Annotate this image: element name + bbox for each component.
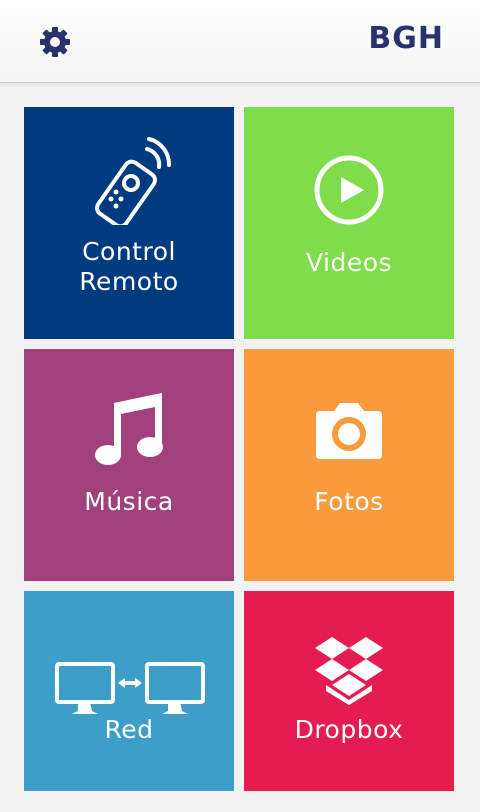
tile-label-line1: Control bbox=[82, 237, 176, 266]
tile-label: Fotos bbox=[314, 487, 384, 516]
tile-red[interactable]: Red bbox=[24, 591, 234, 791]
network-monitors-icon bbox=[55, 662, 205, 714]
music-note-icon bbox=[95, 393, 163, 465]
tile-label: Red bbox=[104, 715, 154, 744]
dropbox-icon bbox=[315, 637, 383, 705]
camera-icon bbox=[316, 403, 382, 459]
tile-label: Control Remoto bbox=[24, 237, 234, 297]
tile-control-remoto[interactable]: Control Remoto bbox=[24, 107, 234, 339]
tile-dropbox[interactable]: Dropbox bbox=[244, 591, 454, 791]
gear-icon[interactable] bbox=[37, 24, 73, 60]
tile-label: Dropbox bbox=[294, 715, 404, 744]
play-circle-icon bbox=[314, 155, 384, 225]
tile-musica[interactable]: Música bbox=[24, 349, 234, 581]
tile-label: Videos bbox=[305, 248, 393, 277]
app-header: BGH bbox=[0, 0, 480, 83]
brand-logo: BGH bbox=[368, 21, 444, 56]
tile-label-line2: Remoto bbox=[79, 267, 179, 296]
tile-label: Música bbox=[84, 487, 174, 516]
remote-control-icon bbox=[95, 137, 172, 225]
tile-videos[interactable]: Videos bbox=[244, 107, 454, 339]
tile-fotos[interactable]: Fotos bbox=[244, 349, 454, 581]
